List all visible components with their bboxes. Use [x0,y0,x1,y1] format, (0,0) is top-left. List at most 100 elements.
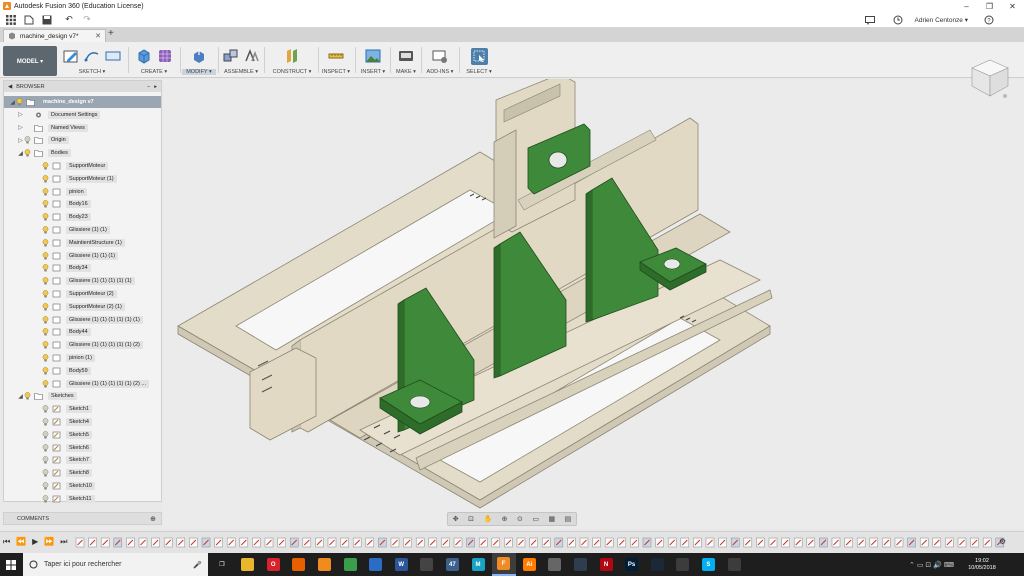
timeline-feature-icon[interactable] [428,537,438,548]
collapse-panel-icon[interactable]: ◀ [8,84,12,90]
comments-panel[interactable]: COMMENTS ⊕ [3,512,162,525]
tree-item-body[interactable]: Glissiere (1) (1) (1) [4,250,161,262]
taskbar-app-illustrator[interactable]: Ai [517,553,541,576]
visibility-bulb-icon[interactable] [42,469,49,477]
create-sketch-icon[interactable] [63,48,80,65]
visibility-bulb-icon[interactable] [42,418,49,426]
3d-print-icon[interactable] [398,48,415,65]
joint-icon[interactable] [243,48,260,65]
timeline-feature-icon[interactable] [151,537,160,548]
select-icon[interactable] [470,47,488,65]
help-icon[interactable]: ? [982,13,996,27]
timeline-feature-icon[interactable] [239,537,249,548]
visibility-bulb-icon[interactable] [42,174,49,183]
timeline-feature-icon[interactable] [390,537,400,548]
browser-collapse-icon[interactable]: − [147,84,150,90]
timeline-feature-icon[interactable] [957,537,967,548]
notifications-icon[interactable] [863,13,877,27]
visibility-bulb-icon[interactable] [42,277,49,285]
tree-item-body[interactable]: SupportMoteur (2) (1) [4,301,161,313]
taskbar-search[interactable]: Taper ici pour rechercher 🎤 [23,553,208,576]
insert-image-icon[interactable] [365,48,382,65]
timeline-feature-icon[interactable] [176,537,186,548]
taskbar-app-fusion[interactable]: F [491,553,516,576]
timeline-feature-icon[interactable] [630,537,639,548]
extrude-icon[interactable] [135,48,152,65]
timeline-feature-icon[interactable] [478,537,488,548]
timeline-feature-icon[interactable] [264,537,274,548]
timeline-feature-icon[interactable] [856,537,866,548]
timeline-feature-icon[interactable] [126,537,135,548]
timeline-feature-icon[interactable] [604,537,614,548]
minimize-button[interactable]: – [955,0,978,12]
timeline-feature-icon[interactable] [403,537,412,548]
timeline-feature-icon[interactable] [163,537,173,548]
undo-icon[interactable]: ↶ [62,13,76,27]
expand-toggle-icon[interactable]: ▷ [17,137,24,144]
close-tab-icon[interactable]: ✕ [95,32,101,40]
system-clock[interactable]: 19:02 10/05/2018 [962,558,1002,572]
sketch-group[interactable]: SKETCH ▾ [62,45,122,78]
assemble-group[interactable]: ASSEMBLE ▾ [221,45,261,78]
machine-model[interactable] [163,73,1024,529]
tray-icons[interactable]: ⌃ ▭ ⊡ 🔊 ⌨ [909,561,954,569]
timeline-feature-icon[interactable] [415,537,425,548]
timeline-feature-icon[interactable] [919,537,929,548]
timeline-feature-icon[interactable] [982,537,992,548]
tree-item-body[interactable]: Glissiere (1) (1) [4,224,161,236]
taskbar-app-steam[interactable] [645,553,669,576]
timeline-feature-icon[interactable] [113,537,123,548]
taskbar-app-photoshop[interactable]: Ps [620,553,644,576]
tree-item-body[interactable]: Body44 [4,326,161,338]
construct-group[interactable]: CONSTRUCT ▾ [268,45,316,78]
taskbar-app-app-badge[interactable]: 47 [440,553,464,576]
new-tab-button[interactable]: + [108,28,114,39]
taskbar-app-app-cap[interactable] [671,553,695,576]
visibility-bulb-icon[interactable] [42,405,49,413]
tree-item-sketch[interactable]: Sketch4 [4,416,161,428]
measure-icon[interactable] [328,48,345,65]
taskbar-app-skype[interactable]: S [696,553,720,576]
inspect-group[interactable]: INSPECT ▾ [320,45,352,78]
tree-item-body[interactable]: SupportMoteur (2) [4,288,161,300]
timeline-feature-icon[interactable] [705,537,715,548]
visibility-bulb-icon[interactable] [42,251,49,260]
tree-item-body[interactable]: Body34 [4,262,161,274]
tree-item-sketch[interactable]: Sketch5 [4,429,161,441]
expand-toggle-icon[interactable]: ◢ [17,150,24,157]
data-panel-grid-icon[interactable] [4,13,18,27]
timeline-feature-icon[interactable] [781,537,790,548]
timeline-feature-icon[interactable] [743,537,753,548]
save-icon[interactable] [40,13,54,27]
look-at-icon[interactable]: ⊡ [468,515,474,523]
visibility-bulb-icon[interactable] [42,238,49,247]
grid-settings-icon[interactable]: ▦ [548,515,555,523]
timeline-feature-icon[interactable] [932,537,942,548]
rectangle-icon[interactable] [105,48,122,65]
tree-item-body[interactable]: SupportMoteur (1) [4,173,161,185]
timeline-feature-icon[interactable] [340,537,349,548]
taskbar-app-word[interactable]: W [389,553,413,576]
timeline-feature-icon[interactable] [201,537,211,548]
taskbar-app-opera[interactable]: O [261,553,285,576]
press-pull-icon[interactable] [191,48,208,65]
visibility-bulb-icon[interactable] [42,456,49,464]
new-component-icon[interactable] [222,48,239,65]
timeline-feature-icon[interactable] [516,537,526,548]
display-settings-icon[interactable]: ▭ [532,515,539,523]
timeline-feature-icon[interactable] [667,537,677,548]
visibility-bulb-icon[interactable] [42,354,49,362]
timeline-feature-icon[interactable] [693,537,702,548]
visibility-bulb-icon[interactable] [42,341,49,349]
zoom-icon[interactable]: ⊕ [502,515,508,523]
tree-item-sketch[interactable]: Sketch7 [4,454,161,466]
tree-item-body[interactable]: Glissiere (1) (1) (1) (1) (1) (2) [4,339,161,351]
timeline-feature-icon[interactable] [617,537,627,548]
timeline-feature-icon[interactable] [567,537,576,548]
visibility-bulb-icon[interactable] [42,290,49,298]
visibility-bulb-icon[interactable] [42,213,49,221]
tree-item-sketch[interactable]: Sketch6 [4,442,161,454]
timeline-feature-icon[interactable] [226,537,236,548]
timeline-feature-icon[interactable] [252,537,261,548]
taskbar-app-task-view[interactable]: ❐ [210,553,234,576]
